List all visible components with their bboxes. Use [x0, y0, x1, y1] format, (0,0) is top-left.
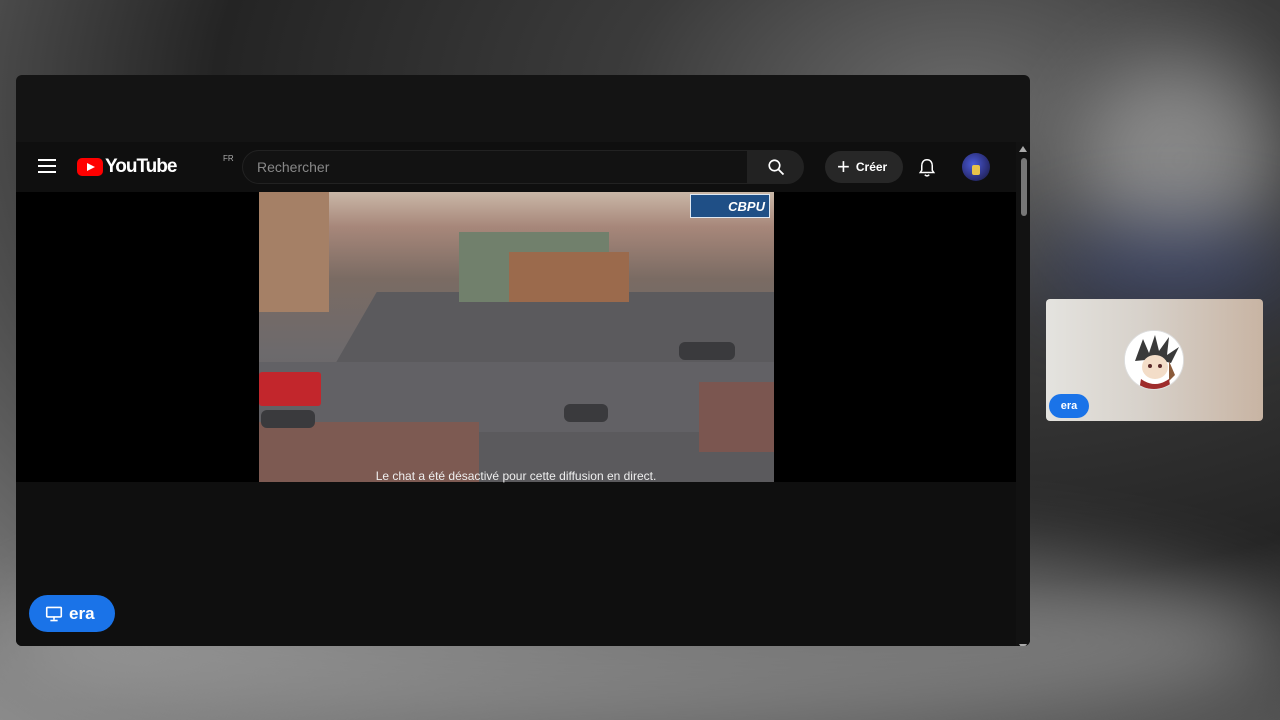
live-video[interactable]: CBPU	[259, 192, 774, 482]
monitor-icon	[45, 606, 63, 622]
video-scene	[564, 404, 608, 422]
video-scene	[699, 382, 774, 452]
scrollbar[interactable]	[1016, 142, 1030, 646]
scrollbar-thumb[interactable]	[1021, 158, 1027, 216]
youtube-logo[interactable]: YouTube FR	[77, 154, 234, 178]
video-overlay-logo: CBPU	[690, 194, 770, 218]
menu-icon[interactable]	[38, 159, 56, 173]
bell-icon[interactable]	[918, 158, 936, 183]
search-icon	[768, 159, 785, 176]
screen-share-window: YouTube FR Rechercher + Créer CBPU Le ch…	[16, 75, 1030, 646]
create-button[interactable]: + Créer	[825, 151, 903, 183]
chat-disabled-message: Le chat a été désactivé pour cette diffu…	[375, 469, 657, 483]
video-scene	[259, 372, 321, 406]
video-player[interactable]: CBPU	[16, 192, 1016, 482]
video-scene	[679, 342, 735, 360]
youtube-wordmark: YouTube	[105, 156, 177, 177]
participant-name: era	[1049, 394, 1089, 418]
youtube-page: YouTube FR Rechercher + Créer CBPU Le ch…	[16, 142, 1030, 646]
search-input[interactable]: Rechercher	[242, 150, 748, 184]
avatar[interactable]	[962, 153, 990, 181]
plus-icon: +	[837, 154, 850, 179]
presenter-badge[interactable]: era	[29, 595, 115, 632]
scroll-up-icon[interactable]	[1019, 146, 1027, 152]
create-label: Créer	[855, 160, 888, 174]
video-scene	[509, 252, 629, 302]
participant-tile[interactable]: era	[1046, 299, 1263, 421]
youtube-play-icon	[77, 158, 103, 176]
youtube-header: YouTube FR Rechercher + Créer	[16, 142, 1016, 192]
country-code: FR	[223, 154, 234, 163]
presenter-name: era	[69, 603, 95, 623]
search-button[interactable]	[748, 150, 804, 184]
video-scene	[261, 410, 315, 428]
background-blur	[1040, 230, 1280, 310]
scroll-down-icon[interactable]	[1019, 644, 1027, 646]
participant-avatar	[1124, 330, 1184, 390]
video-scene	[259, 192, 329, 312]
